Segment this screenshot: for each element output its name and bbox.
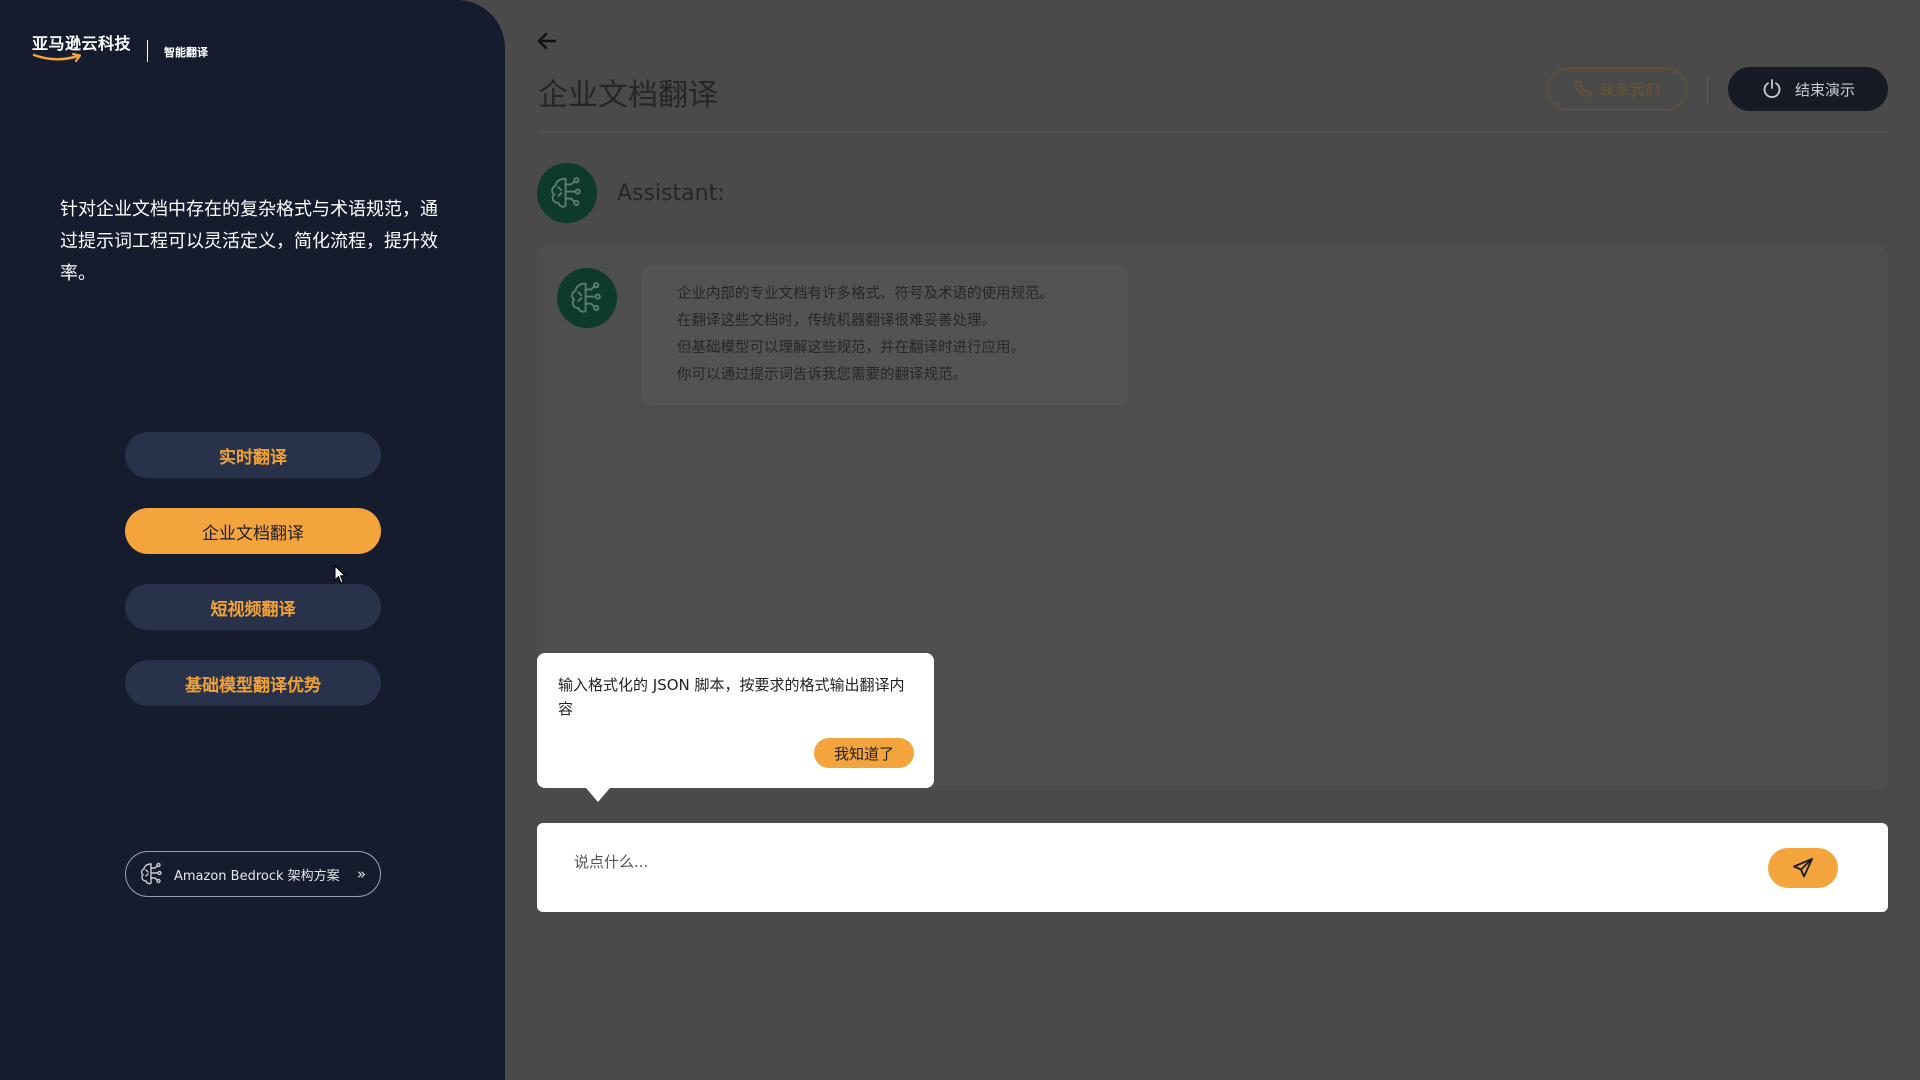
chat-input-box bbox=[537, 823, 1888, 912]
send-button[interactable] bbox=[1768, 848, 1838, 888]
double-chevron-right-icon: » bbox=[356, 865, 366, 883]
message-line: 在翻译这些文档时，传统机器翻译很难妥善处理。 bbox=[677, 313, 996, 329]
nav-label: 基础模型翻译优势 bbox=[185, 675, 321, 696]
header-divider bbox=[538, 131, 1888, 132]
nav-realtime-translation[interactable]: 实时翻译 bbox=[125, 432, 381, 478]
assistant-name: Assistant: bbox=[617, 180, 725, 206]
nav-foundation-model-advantages[interactable]: 基础模型翻译优势 bbox=[125, 660, 381, 706]
brand-logo[interactable]: 亚马逊云科技 智能翻译 bbox=[32, 30, 208, 63]
mouse-cursor-icon bbox=[334, 565, 347, 584]
sidebar: 亚马逊云科技 智能翻译 针对企业文档中存在的复杂格式与术语规范，通过提示词工程可… bbox=[0, 0, 505, 1080]
smile-arrow-icon bbox=[32, 53, 82, 63]
got-it-label: 我知道了 bbox=[833, 744, 894, 763]
bedrock-label: Amazon Bedrock 架构方案 bbox=[174, 868, 340, 884]
nav-enterprise-doc-translation[interactable]: 企业文档翻译 bbox=[125, 508, 381, 554]
message-avatar bbox=[557, 268, 617, 328]
phone-icon bbox=[1574, 80, 1591, 97]
brand-logo-mark: 亚马逊云科技 bbox=[32, 30, 131, 63]
contact-us-button[interactable]: 联系我们 bbox=[1547, 68, 1687, 110]
assistant-avatar bbox=[537, 163, 597, 223]
brand-name: 亚马逊云科技 bbox=[32, 34, 132, 53]
brand-divider bbox=[147, 39, 149, 62]
tooltip-text: 输入格式化的 JSON 脚本，按要求的格式输出翻译内容 bbox=[558, 676, 905, 718]
page-title: 企业文档翻译 bbox=[538, 78, 718, 113]
end-demo-label: 结束演示 bbox=[1794, 80, 1855, 99]
nav-label: 企业文档翻译 bbox=[202, 523, 304, 544]
power-icon bbox=[1763, 79, 1781, 98]
message-line: 企业内部的专业文档有许多格式、符号及术语的使用规范。 bbox=[677, 286, 1054, 302]
end-demo-button[interactable]: 结束演示 bbox=[1728, 67, 1888, 111]
header-separator bbox=[1707, 76, 1708, 104]
brand-subtitle: 智能翻译 bbox=[164, 45, 209, 59]
bedrock-architecture-button[interactable]: Amazon Bedrock 架构方案 » bbox=[125, 851, 381, 897]
contact-us-label: 联系我们 bbox=[1599, 80, 1660, 99]
arrow-left-icon[interactable] bbox=[537, 32, 557, 50]
paper-plane-icon bbox=[1793, 858, 1813, 878]
brain-circuit-icon bbox=[571, 282, 601, 313]
chat-input[interactable] bbox=[574, 847, 1774, 877]
brain-circuit-icon bbox=[140, 862, 162, 885]
assistant-header: Assistant: bbox=[537, 163, 725, 223]
onboarding-tooltip: 输入格式化的 JSON 脚本，按要求的格式输出翻译内容 我知道了 bbox=[537, 653, 934, 802]
nav-label: 实时翻译 bbox=[219, 447, 287, 468]
nav-short-video-translation[interactable]: 短视频翻译 bbox=[125, 584, 381, 630]
got-it-button[interactable]: 我知道了 bbox=[814, 738, 914, 768]
nav-label: 短视频翻译 bbox=[210, 599, 296, 620]
brain-circuit-icon bbox=[551, 177, 581, 208]
message-line: 你可以通过提示词告诉我您需要的翻译规范。 bbox=[677, 367, 967, 383]
assistant-message-bubble: 企业内部的专业文档有许多格式、符号及术语的使用规范。 在翻译这些文档时，传统机器… bbox=[642, 265, 1128, 405]
message-line: 但基础模型可以理解这些规范，并在翻译时进行应用。 bbox=[677, 340, 1025, 356]
sidebar-intro-text: 针对企业文档中存在的复杂格式与术语规范，通过提示词工程可以灵活定义，简化流程，提… bbox=[60, 199, 438, 284]
